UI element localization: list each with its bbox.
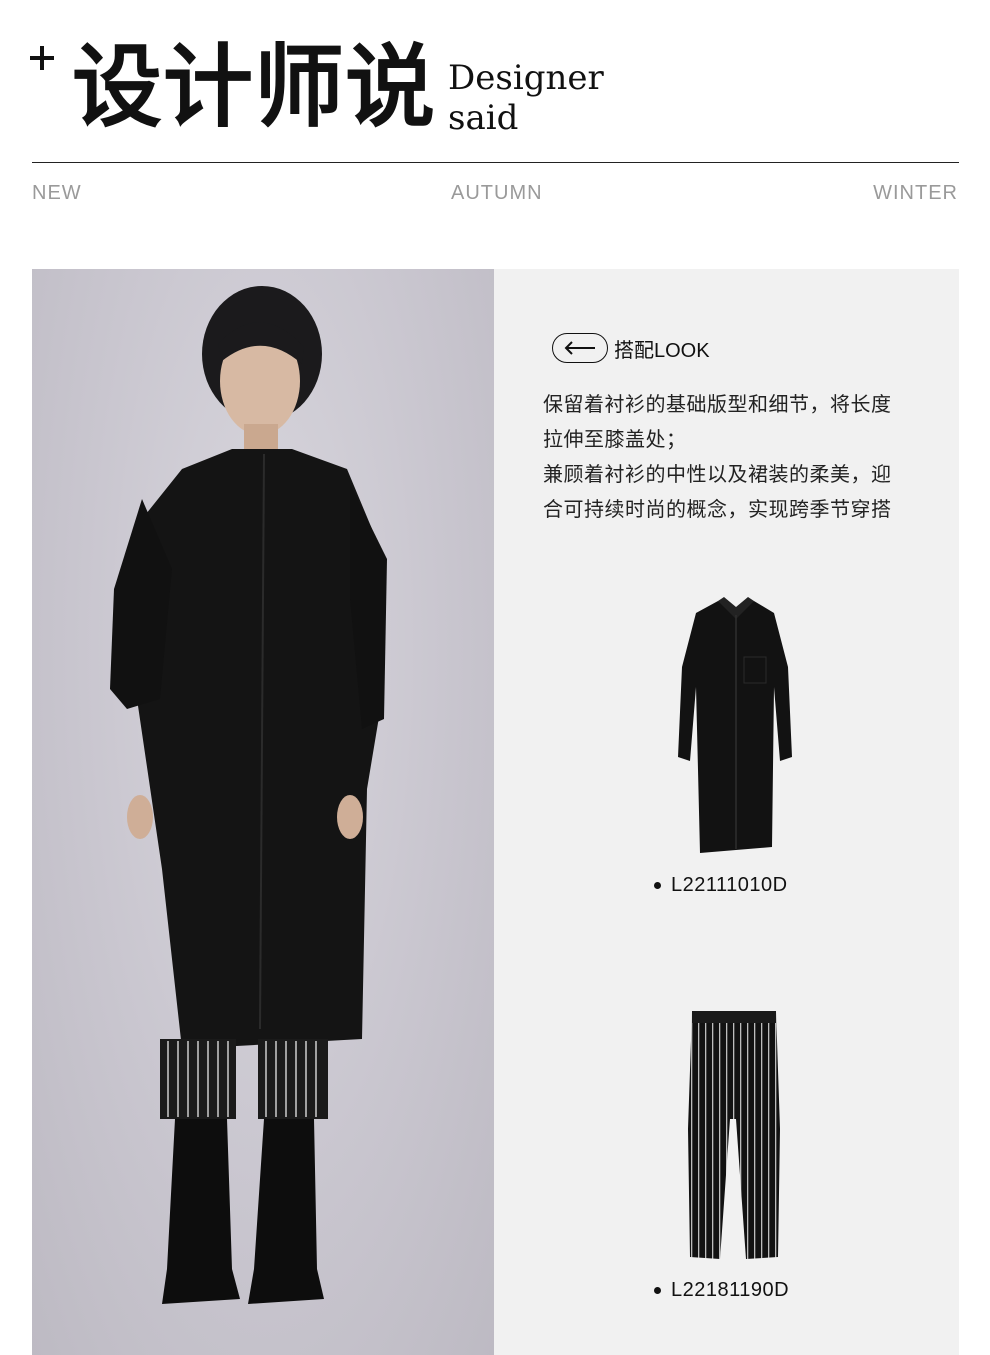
look-header: 搭配LOOK (552, 333, 710, 363)
bullet-icon (654, 1287, 661, 1294)
subtitle-line-1: Designer (448, 58, 604, 98)
description-line: 兼顾着衬衫的中性以及裙装的柔美，迎 (543, 462, 892, 486)
look-panel: 搭配LOOK 保留着衬衫的基础版型和细节，将长度 拉伸至膝盖处； 兼顾着衬衫的中… (494, 269, 959, 1355)
product-code: L22111010D (654, 874, 788, 897)
product-code: L22181190D (654, 1279, 789, 1302)
page-title: 设计师说 (72, 35, 436, 140)
look-description: 保留着衬衫的基础版型和细节，将长度 拉伸至膝盖处； 兼顾着衬衫的中性以及裙装的柔… (543, 387, 923, 527)
left-arrow-icon[interactable] (552, 333, 608, 363)
description-line: 保留着衬衫的基础版型和细节，将长度 (543, 392, 892, 416)
plus-icon (30, 46, 54, 70)
header-divider (32, 162, 959, 163)
product-shirt-dress[interactable] (670, 597, 800, 859)
description-line: 合可持续时尚的概念，实现跨季节穿搭 (543, 497, 892, 521)
page-subtitle: Designer said (448, 58, 604, 138)
season-label-autumn: AUTUMN (451, 182, 543, 204)
product-code-text: L22181190D (671, 1279, 790, 1301)
description-line: 拉伸至膝盖处； (543, 427, 687, 451)
subtitle-line-2: said (448, 98, 519, 138)
striped-trousers-icon (688, 1011, 780, 1259)
product-trousers[interactable] (684, 1009, 784, 1261)
season-label-new: NEW (32, 182, 82, 204)
bullet-icon (654, 882, 661, 889)
long-shirt-dress-icon (678, 597, 792, 853)
model-photo (32, 269, 494, 1355)
look-label: 搭配LOOK (614, 339, 710, 362)
season-label-winter: WINTER (873, 182, 958, 204)
product-code-text: L22111010D (671, 874, 788, 896)
